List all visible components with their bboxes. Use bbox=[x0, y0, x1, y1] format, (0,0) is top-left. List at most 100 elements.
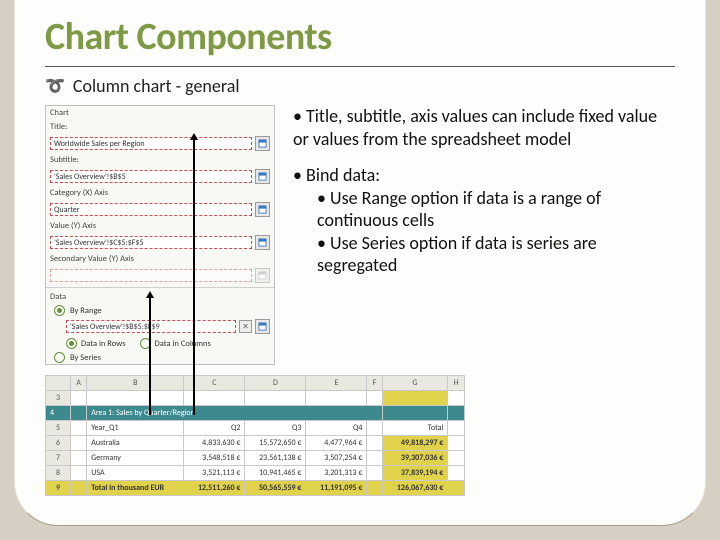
col-header: E bbox=[306, 376, 367, 391]
secondary-y-label: Secondary Value (Y) Axis bbox=[50, 254, 134, 264]
cell: 3,507,254 € bbox=[306, 451, 367, 466]
radio-unselected-icon bbox=[54, 352, 65, 363]
page-title: Chart Components bbox=[45, 14, 675, 60]
bullet-p2b: • Use Series option if data is series ar… bbox=[317, 232, 675, 277]
chart-properties-panel: Chart Title: Worldwide Sales per Region … bbox=[45, 105, 275, 365]
cell: Year_Q1 bbox=[87, 421, 184, 436]
cell bbox=[448, 466, 465, 481]
subtitle-field[interactable]: 'Sales Overview'!$B$5 bbox=[50, 170, 252, 183]
cell: 39,307,036 € bbox=[382, 451, 448, 466]
cell: 126,067,630 € bbox=[382, 481, 448, 496]
cell bbox=[71, 451, 87, 466]
subheading-text: Column chart - general bbox=[73, 75, 240, 97]
range-picker-icon[interactable] bbox=[255, 319, 270, 334]
cell bbox=[306, 391, 367, 406]
bullet-p1: • Title, subtitle, axis values can inclu… bbox=[293, 105, 675, 150]
arrow-annotation-icon bbox=[149, 297, 151, 415]
cell: Australia bbox=[87, 436, 184, 451]
subtitle-picker-icon[interactable] bbox=[255, 169, 270, 184]
section-data: Data bbox=[46, 290, 274, 304]
title-field[interactable]: Worldwide Sales per Region bbox=[50, 137, 252, 150]
row-header: 3 bbox=[46, 391, 71, 406]
bullet-p2a: • Use Range option if data is a range of… bbox=[317, 187, 675, 232]
cell: 4,833,630 € bbox=[184, 436, 245, 451]
cell bbox=[382, 391, 448, 406]
by-range-option[interactable]: By Range bbox=[46, 304, 274, 317]
by-range-label: By Range bbox=[70, 306, 102, 316]
row-header: 5 bbox=[46, 421, 71, 436]
cell: 23,561,138 € bbox=[245, 451, 306, 466]
col-header: A bbox=[71, 376, 87, 391]
cell bbox=[367, 391, 382, 406]
col-header: B bbox=[87, 376, 184, 391]
title-underline bbox=[45, 66, 675, 67]
cell: Q4 bbox=[306, 421, 367, 436]
row-header: 7 bbox=[46, 451, 71, 466]
cell: USA bbox=[87, 466, 184, 481]
cell: Total in thousand EUR bbox=[87, 481, 184, 496]
category-x-field[interactable]: Quarter bbox=[50, 203, 252, 216]
rows-radio-icon[interactable] bbox=[66, 338, 77, 349]
cell bbox=[448, 391, 465, 406]
cell bbox=[367, 466, 382, 481]
data-in-rows-label: Data in Rows bbox=[81, 339, 126, 349]
value-y-picker-icon[interactable] bbox=[255, 235, 270, 250]
cell: 3,521,113 € bbox=[184, 466, 245, 481]
row-header: 8 bbox=[46, 466, 71, 481]
cell: Germany bbox=[87, 451, 184, 466]
by-series-label: By Series bbox=[70, 353, 101, 363]
cell: 11,191,095 € bbox=[306, 481, 367, 496]
category-x-label: Category (X) Axis bbox=[50, 188, 108, 198]
secondary-y-field bbox=[50, 269, 252, 282]
radio-selected-icon bbox=[54, 305, 65, 316]
cell: 3,548,518 € bbox=[184, 451, 245, 466]
cell: 37,839,194 € bbox=[382, 466, 448, 481]
col-header: G bbox=[382, 376, 448, 391]
cell bbox=[448, 451, 465, 466]
col-header: H bbox=[448, 376, 465, 391]
title-picker-icon[interactable] bbox=[255, 136, 270, 151]
cell: 49,818,297 € bbox=[382, 436, 448, 451]
loop-bullet-icon: ➰ bbox=[45, 76, 65, 96]
cell: Q3 bbox=[245, 421, 306, 436]
value-y-label: Value (Y) Axis bbox=[50, 221, 96, 231]
row-header: 9 bbox=[46, 481, 71, 496]
cell bbox=[367, 451, 382, 466]
cell bbox=[87, 391, 184, 406]
bullet-p2: • Bind data: bbox=[293, 164, 675, 187]
col-header: F bbox=[367, 376, 382, 391]
cell: 10,941,465 € bbox=[245, 466, 306, 481]
row-header: 4 bbox=[46, 406, 71, 421]
cell: 12,511,260 € bbox=[184, 481, 245, 496]
cell: Total bbox=[382, 421, 448, 436]
cell: 15,572,650 € bbox=[245, 436, 306, 451]
cell: 3,201,313 € bbox=[306, 466, 367, 481]
cell: 4,477,964 € bbox=[306, 436, 367, 451]
cell bbox=[71, 466, 87, 481]
cell bbox=[367, 421, 382, 436]
by-series-option[interactable]: By Series bbox=[46, 351, 274, 364]
cell bbox=[71, 481, 87, 496]
category-x-picker-icon[interactable] bbox=[255, 202, 270, 217]
cell bbox=[367, 436, 382, 451]
cell bbox=[71, 436, 87, 451]
section-chart: Chart bbox=[46, 106, 274, 120]
col-header: D bbox=[245, 376, 306, 391]
cell bbox=[367, 481, 382, 496]
row-header: 6 bbox=[46, 436, 71, 451]
cell bbox=[448, 436, 465, 451]
data-in-cols-label: Data in Columns bbox=[155, 339, 211, 349]
cell bbox=[71, 421, 87, 436]
range-field[interactable]: 'Sales Overview'!$B$5:$F$9 bbox=[66, 320, 236, 333]
cell bbox=[245, 391, 306, 406]
cell: Q2 bbox=[184, 421, 245, 436]
subtitle-label: Subtitle: bbox=[50, 155, 79, 165]
spreadsheet-preview: ABCDEFGH34Area 1: Sales by Quarter/Regio… bbox=[45, 375, 465, 496]
clear-range-icon[interactable]: ✕ bbox=[239, 320, 252, 333]
arrow-annotation-icon bbox=[193, 139, 195, 415]
secondary-y-picker-icon bbox=[255, 268, 270, 283]
cell bbox=[71, 391, 87, 406]
title-label: Title: bbox=[50, 122, 67, 132]
cell bbox=[448, 421, 465, 436]
value-y-field[interactable]: 'Sales Overview'!$C$5:$F$5 bbox=[50, 236, 252, 249]
